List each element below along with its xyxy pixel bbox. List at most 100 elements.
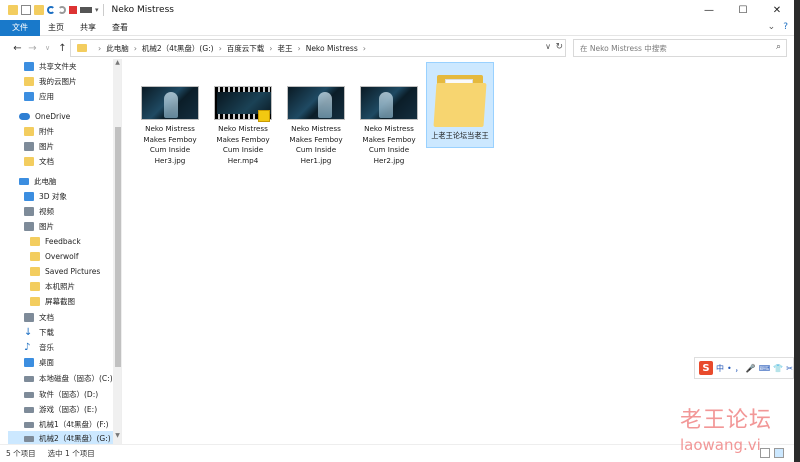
- sidebar-item-cloud-pictures[interactable]: 我的云图片: [24, 74, 77, 89]
- sidebar-item-onedrive-pictures[interactable]: 图片: [24, 139, 54, 154]
- quick-access-toolbar: ▾: [0, 0, 99, 20]
- breadcrumb-chevron-icon[interactable]: ›: [269, 44, 272, 53]
- sidebar-item-shared-folder[interactable]: 共享文件夹: [24, 59, 77, 74]
- folder-icon: [30, 252, 40, 261]
- customize-toolbar-chevron-icon[interactable]: ▾: [95, 6, 99, 14]
- watermark-url: laowang.vi: [680, 436, 761, 454]
- item-count: 5 个项目: [6, 449, 36, 458]
- breadcrumb-chevron-icon[interactable]: ›: [134, 44, 137, 53]
- breadcrumb-chevron-icon[interactable]: ›: [363, 44, 366, 53]
- folder-icon: [30, 282, 40, 291]
- folder-item-selected[interactable]: 上老王论坛当老王: [426, 62, 494, 148]
- ime-punctuation-icon[interactable]: ，: [735, 363, 743, 374]
- sidebar-item-saved-pictures[interactable]: Saved Pictures: [30, 264, 100, 279]
- file-list-view: Neko Mistress Makes Femboy Cum Inside He…: [123, 59, 794, 444]
- forward-arrow-icon[interactable]: →: [25, 43, 40, 54]
- folder-icon: [8, 5, 18, 15]
- sidebar-item-desktop[interactable]: 桌面: [24, 355, 54, 370]
- refresh-icon[interactable]: ↻: [555, 42, 563, 52]
- sidebar-item-pictures[interactable]: 图片: [24, 219, 54, 234]
- ime-microphone-icon[interactable]: 🎤: [746, 364, 756, 373]
- maximize-button[interactable]: ☐: [726, 0, 760, 20]
- sidebar-item-apps[interactable]: 应用: [24, 89, 54, 104]
- breadcrumb-chevron-icon[interactable]: ›: [98, 44, 101, 53]
- sidebar-item-camera-roll[interactable]: 本机照片: [30, 279, 75, 294]
- sidebar-item-label: 3D 对象: [39, 192, 67, 201]
- sidebar-item-drive-c[interactable]: 本地磁盘（固态）(C:): [24, 371, 113, 386]
- rename-icon[interactable]: [80, 7, 92, 13]
- delete-icon[interactable]: [69, 6, 77, 14]
- file-name: Neko Mistress Makes Femboy Cum Inside He…: [289, 124, 343, 165]
- breadcrumb-chevron-icon[interactable]: ›: [219, 44, 222, 53]
- address-bar[interactable]: › 此电脑 › 机械2（4t黑盘）(G:) › 百度云下载 › 老王 › Nek…: [70, 39, 566, 57]
- redo-icon[interactable]: [58, 6, 66, 14]
- sidebar-item-this-pc[interactable]: 此电脑: [19, 174, 57, 189]
- ime-language-toggle[interactable]: 中: [716, 363, 724, 374]
- properties-icon[interactable]: [21, 5, 31, 15]
- sidebar-item-feedback[interactable]: Feedback: [30, 234, 81, 249]
- ribbon-right-controls: ⌄ ?: [768, 22, 788, 32]
- apps-icon: [24, 92, 34, 101]
- new-folder-icon[interactable]: [34, 5, 44, 15]
- share-folder-icon: [24, 62, 34, 71]
- tab-home[interactable]: 主页: [40, 20, 72, 36]
- scroll-down-chevron-icon[interactable]: ▼: [113, 432, 121, 442]
- ime-tools-icon[interactable]: ✂: [786, 364, 793, 373]
- media-player-badge-icon: [258, 110, 270, 122]
- undo-icon[interactable]: [47, 6, 55, 14]
- sidebar-item-onedrive-documents[interactable]: 文档: [24, 154, 54, 169]
- file-item[interactable]: Neko Mistress Makes Femboy Cum Inside He…: [355, 59, 423, 166]
- tab-file[interactable]: 文件: [0, 19, 40, 36]
- sidebar-item-drive-f[interactable]: 机械1（4t黑盘）(F:): [24, 417, 109, 432]
- ime-keyboard-icon[interactable]: ⌨: [759, 364, 771, 373]
- ime-fullwidth-icon[interactable]: •: [727, 364, 732, 373]
- tab-share[interactable]: 共享: [72, 20, 104, 36]
- sidebar-item-downloads[interactable]: ↓ 下载: [24, 325, 54, 340]
- close-button[interactable]: ✕: [760, 0, 794, 20]
- breadcrumb-item-baidu[interactable]: 百度云下载: [227, 43, 265, 54]
- sidebar-item-drive-d[interactable]: 软件（固态）(D:): [24, 387, 98, 402]
- breadcrumb-item-current[interactable]: Neko Mistress: [306, 44, 358, 53]
- help-icon[interactable]: ?: [783, 22, 788, 32]
- sidebar-item-music[interactable]: ♪ 音乐: [24, 340, 54, 355]
- recent-locations-chevron-icon[interactable]: ∨: [40, 44, 55, 52]
- sidebar-item-3d-objects[interactable]: 3D 对象: [24, 189, 67, 204]
- folder-icon: [24, 77, 34, 86]
- sidebar-item-label: 此电脑: [34, 177, 57, 186]
- expand-ribbon-chevron-icon[interactable]: ⌄: [768, 22, 776, 32]
- sidebar-item-videos[interactable]: 视频: [24, 204, 54, 219]
- breadcrumb-item-laowang[interactable]: 老王: [278, 43, 293, 54]
- sidebar-item-label: 机械2（4t黑盘）(G:): [39, 434, 111, 443]
- watermark-chinese: 老王论坛: [680, 408, 773, 433]
- sidebar-item-screenshots[interactable]: 屏幕截图: [30, 294, 75, 309]
- tab-view[interactable]: 查看: [104, 20, 136, 36]
- sidebar-item-drive-g[interactable]: 机械2（4t黑盘）(G:): [8, 431, 113, 444]
- sogou-logo-icon[interactable]: S: [699, 361, 713, 375]
- file-item[interactable]: Neko Mistress Makes Femboy Cum Inside He…: [136, 59, 204, 166]
- sidebar-item-onedrive[interactable]: OneDrive: [19, 109, 70, 124]
- minimize-button[interactable]: —: [692, 0, 726, 20]
- drive-icon: [24, 391, 34, 398]
- address-dropdown-chevron-icon[interactable]: ∨: [545, 42, 551, 51]
- back-arrow-icon[interactable]: ←: [10, 43, 25, 54]
- ime-skin-icon[interactable]: 👕: [773, 364, 783, 373]
- sidebar-item-drive-e[interactable]: 游戏（固态）(E:): [24, 402, 97, 417]
- sidebar-item-documents[interactable]: 文档: [24, 310, 54, 325]
- breadcrumb-item-this-pc[interactable]: 此电脑: [106, 43, 129, 54]
- sidebar-item-label: 文档: [39, 157, 54, 166]
- file-item[interactable]: Neko Mistress Makes Femboy Cum Inside He…: [282, 59, 350, 166]
- scroll-up-chevron-icon[interactable]: ▲: [113, 59, 121, 69]
- sidebar-item-overwolf[interactable]: Overwolf: [30, 249, 79, 264]
- sidebar-item-attachments[interactable]: 附件: [24, 124, 54, 139]
- sidebar-scrollbar-thumb[interactable]: [115, 127, 121, 367]
- search-input[interactable]: 在 Neko Mistress 中搜索 ⌕: [573, 39, 787, 57]
- breadcrumb-chevron-icon[interactable]: ›: [298, 44, 301, 53]
- breadcrumb: › 此电脑 › 机械2（4t黑盘）(G:) › 百度云下载 › 老王 › Nek…: [93, 43, 371, 54]
- search-icon[interactable]: ⌕: [776, 42, 781, 52]
- breadcrumb-item-drive-g[interactable]: 机械2（4t黑盘）(G:): [142, 43, 214, 54]
- file-name: Neko Mistress Makes Femboy Cum Inside He…: [143, 124, 197, 165]
- folder-front: [433, 83, 487, 127]
- downloads-icon: ↓: [24, 327, 33, 338]
- thumbnail-figure: [318, 92, 332, 118]
- up-arrow-icon[interactable]: ↑: [55, 43, 70, 54]
